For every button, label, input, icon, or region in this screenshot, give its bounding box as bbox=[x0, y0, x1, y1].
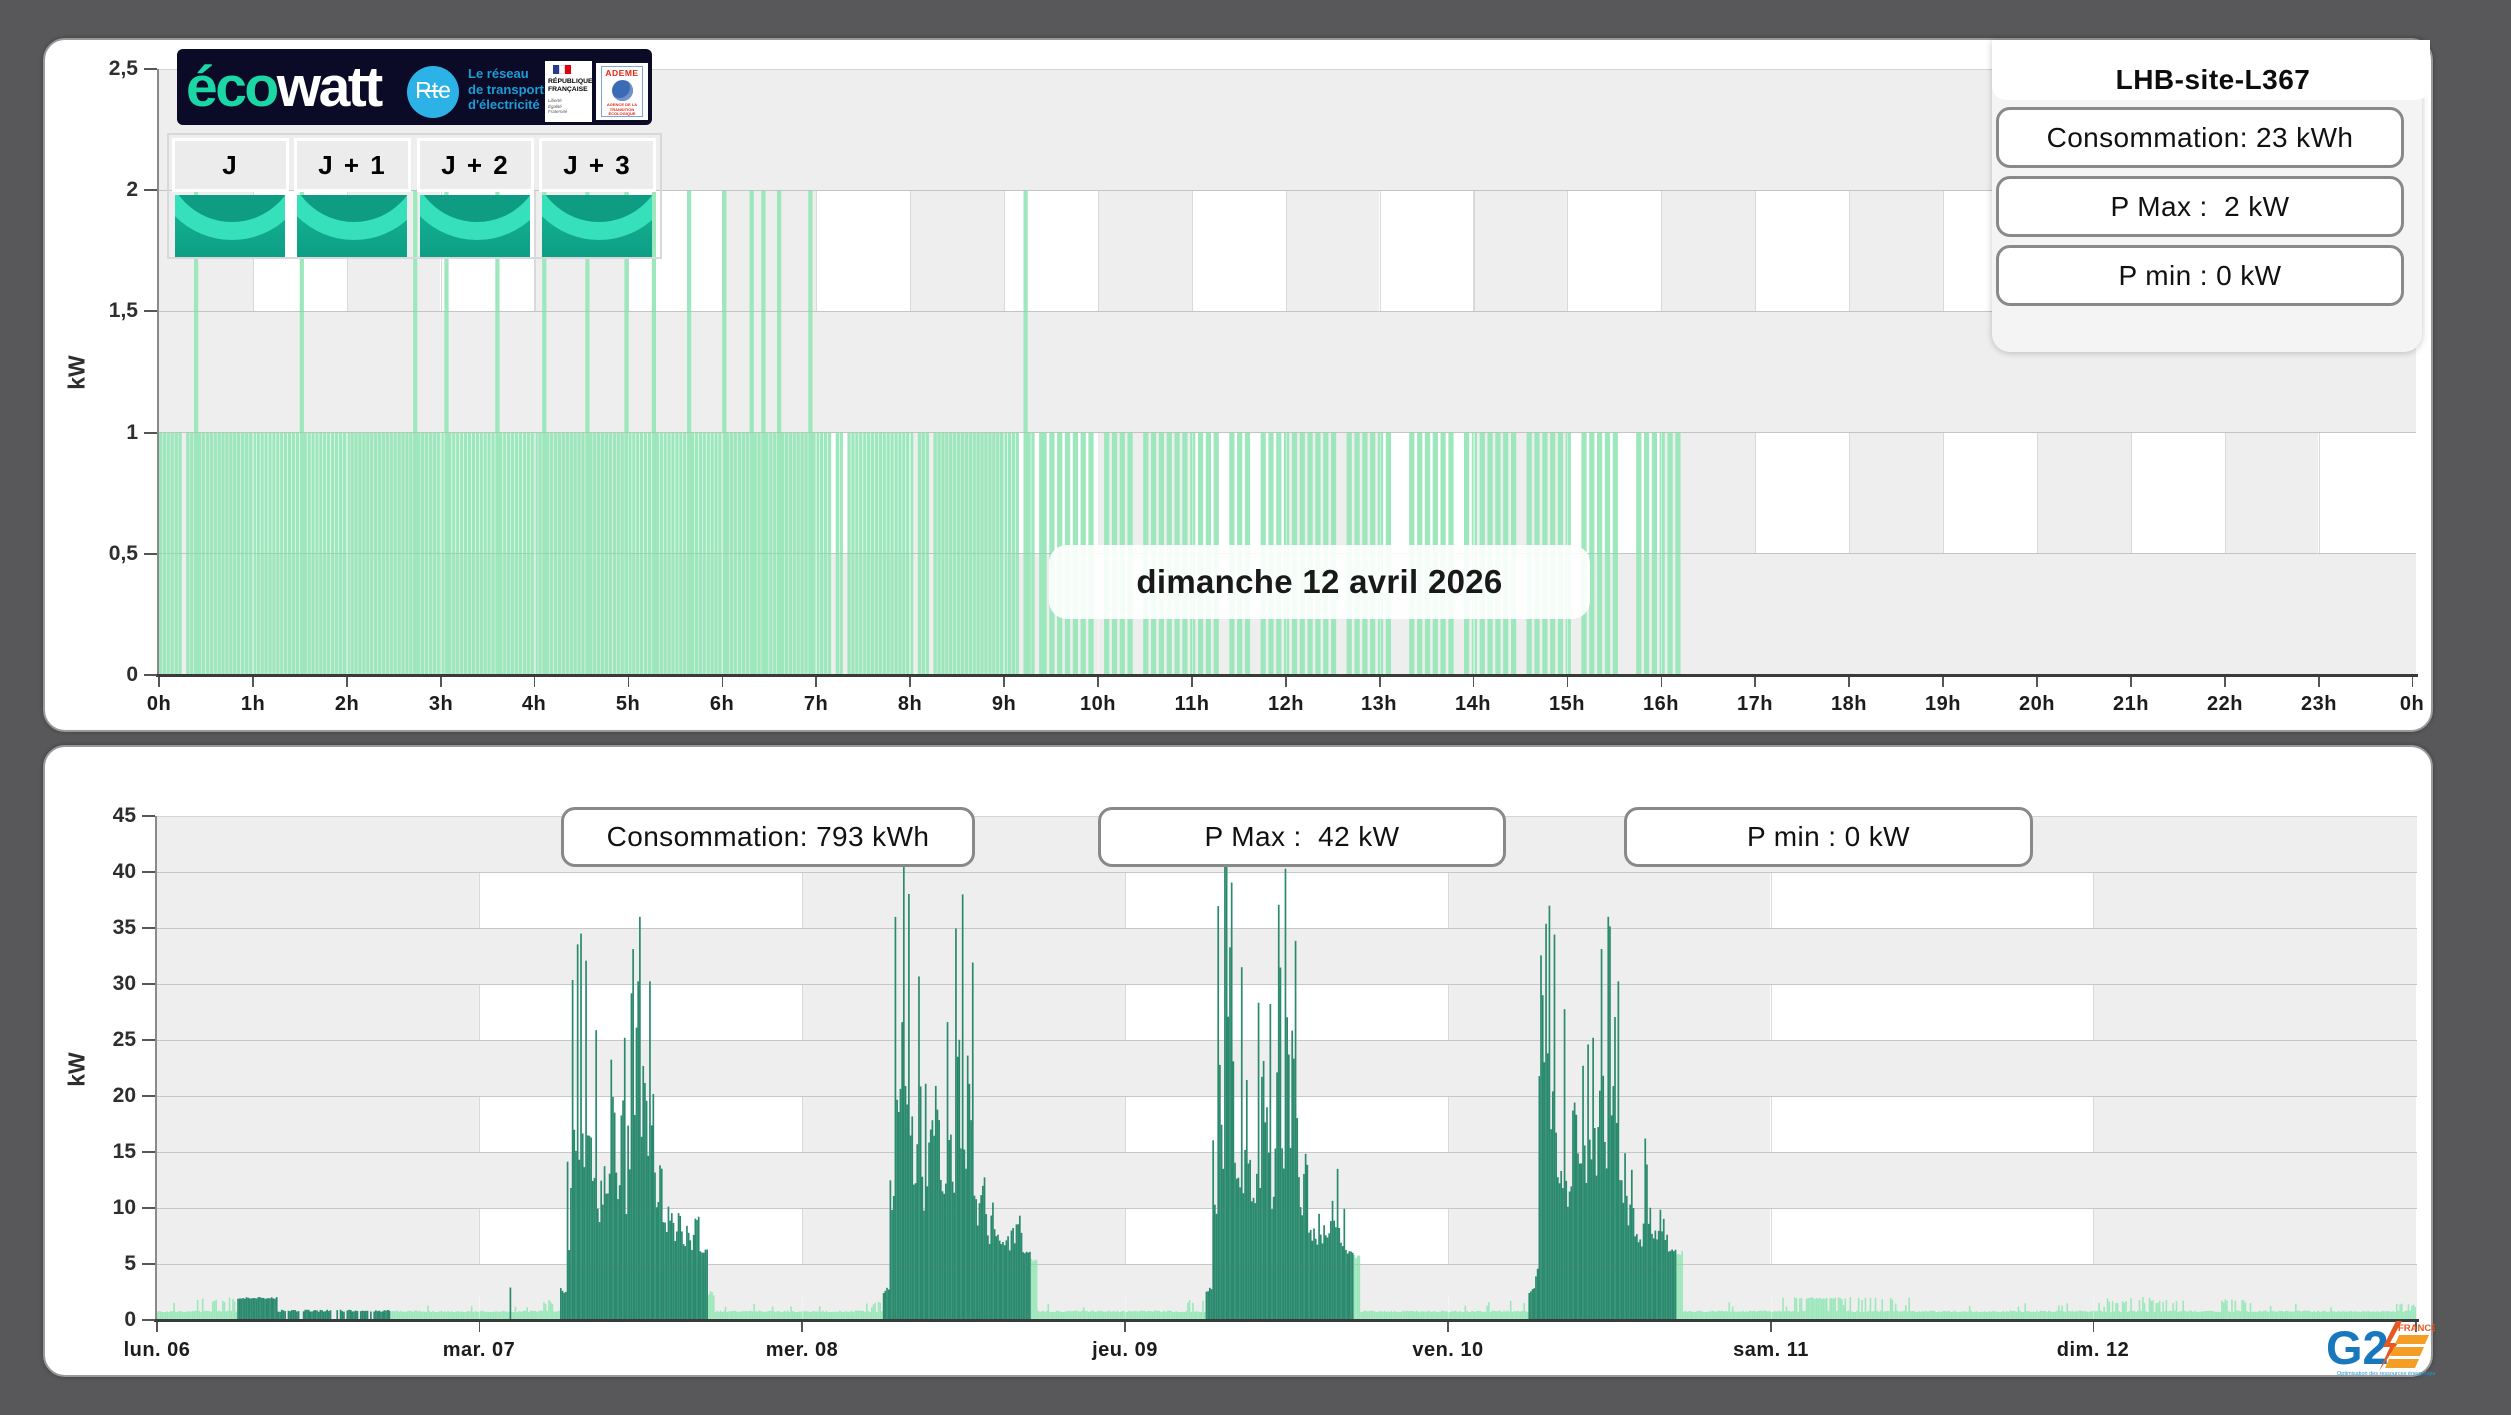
svg-text:Optimisation des ressources én: Optimisation des ressources énergétiques bbox=[2337, 1371, 2435, 1376]
svg-text:G2: G2 bbox=[2326, 1321, 2389, 1374]
svg-text:FRANCE: FRANCE bbox=[2398, 1323, 2435, 1334]
